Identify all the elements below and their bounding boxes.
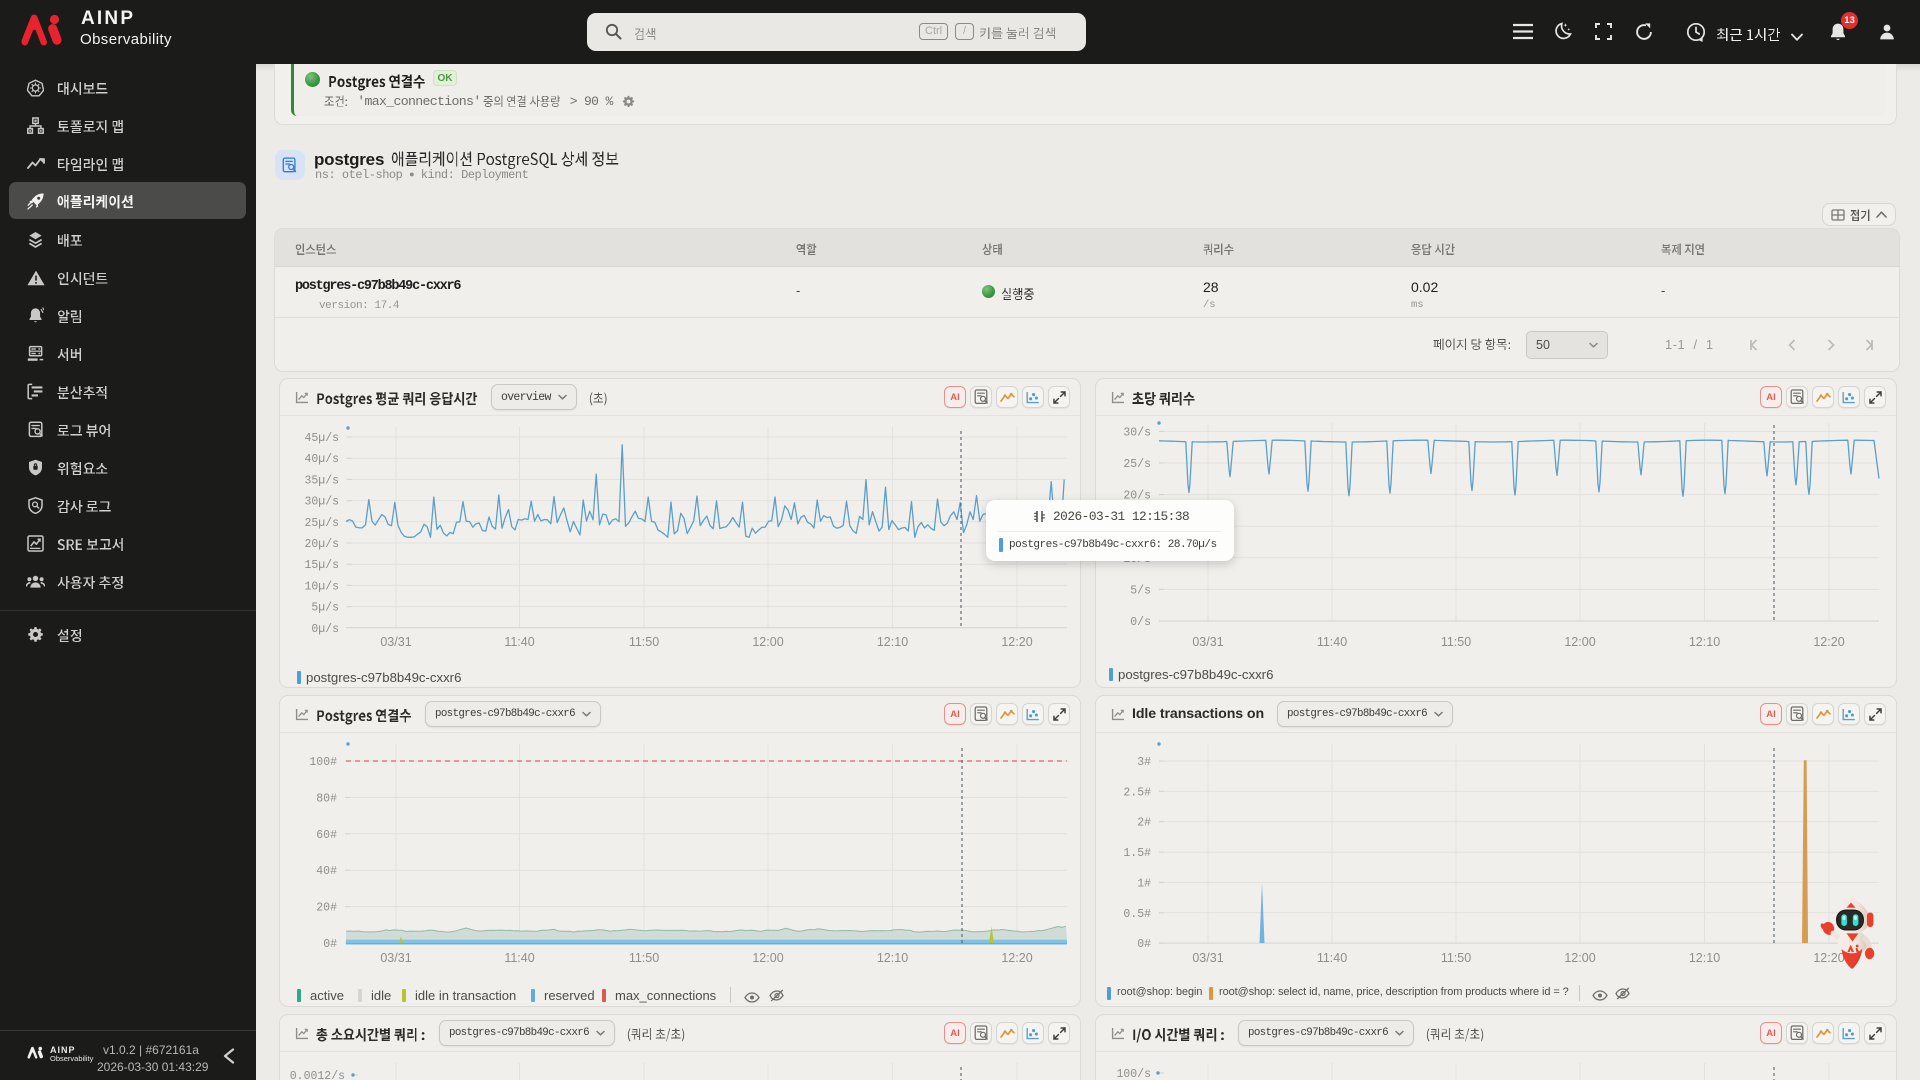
svg-text:2#: 2# xyxy=(1137,817,1151,830)
svg-text:20µ/s: 20µ/s xyxy=(304,538,339,551)
svg-text:0#: 0# xyxy=(323,938,337,951)
svg-text:11:40: 11:40 xyxy=(1317,635,1347,649)
svg-text:11:40: 11:40 xyxy=(1317,951,1347,965)
svg-text:2.5#: 2.5# xyxy=(1123,786,1151,799)
svg-text:12:20: 12:20 xyxy=(1001,635,1032,649)
svg-text:11:50: 11:50 xyxy=(629,951,659,965)
svg-text:25/s: 25/s xyxy=(1123,458,1151,471)
svg-text:0/s: 0/s xyxy=(1130,616,1151,629)
svg-text:15µ/s: 15µ/s xyxy=(304,559,339,572)
svg-text:0.5#: 0.5# xyxy=(1123,908,1151,921)
svg-text:12:20: 12:20 xyxy=(1001,951,1032,965)
svg-text:03/31: 03/31 xyxy=(1192,951,1223,965)
svg-text:1#: 1# xyxy=(1137,877,1151,890)
svg-text:11:50: 11:50 xyxy=(1441,951,1471,965)
svg-text:60#: 60# xyxy=(316,829,337,842)
svg-text:11:50: 11:50 xyxy=(629,635,659,649)
svg-text:80#: 80# xyxy=(316,792,337,805)
svg-text:40µ/s: 40µ/s xyxy=(304,453,339,466)
svg-text:3#: 3# xyxy=(1137,756,1151,769)
svg-text:12:00: 12:00 xyxy=(752,951,783,965)
svg-text:12:00: 12:00 xyxy=(1564,635,1595,649)
svg-text:25µ/s: 25µ/s xyxy=(304,517,339,530)
svg-text:03/31: 03/31 xyxy=(380,635,411,649)
svg-text:100/s: 100/s xyxy=(1116,1068,1151,1080)
svg-text:5µ/s: 5µ/s xyxy=(311,602,339,615)
svg-text:20#: 20# xyxy=(316,902,337,915)
svg-text:100#: 100# xyxy=(309,756,337,769)
svg-text:11:40: 11:40 xyxy=(504,951,534,965)
svg-text:0.0012/s: 0.0012/s xyxy=(290,1070,345,1080)
svg-text:5/s: 5/s xyxy=(1130,584,1151,597)
svg-text:30/s: 30/s xyxy=(1123,426,1151,439)
svg-text:12:10: 12:10 xyxy=(877,951,908,965)
svg-text:03/31: 03/31 xyxy=(380,951,411,965)
svg-text:45µ/s: 45µ/s xyxy=(304,432,339,445)
svg-text:10µ/s: 10µ/s xyxy=(304,580,339,593)
svg-text:0#: 0# xyxy=(1137,938,1151,951)
svg-text:35µ/s: 35µ/s xyxy=(304,474,339,487)
svg-text:12:10: 12:10 xyxy=(877,635,908,649)
svg-text:11:40: 11:40 xyxy=(504,635,534,649)
svg-text:12:10: 12:10 xyxy=(1689,635,1720,649)
svg-text:12:00: 12:00 xyxy=(752,635,783,649)
svg-text:12:00: 12:00 xyxy=(1564,951,1595,965)
svg-text:1.5#: 1.5# xyxy=(1123,847,1151,860)
svg-text:12:10: 12:10 xyxy=(1689,951,1720,965)
svg-text:03/31: 03/31 xyxy=(1192,635,1223,649)
svg-text:40#: 40# xyxy=(316,865,337,878)
svg-text:30µ/s: 30µ/s xyxy=(304,496,339,509)
svg-text:11:50: 11:50 xyxy=(1441,635,1471,649)
svg-text:0µ/s: 0µ/s xyxy=(311,623,339,636)
svg-text:12:20: 12:20 xyxy=(1813,635,1844,649)
